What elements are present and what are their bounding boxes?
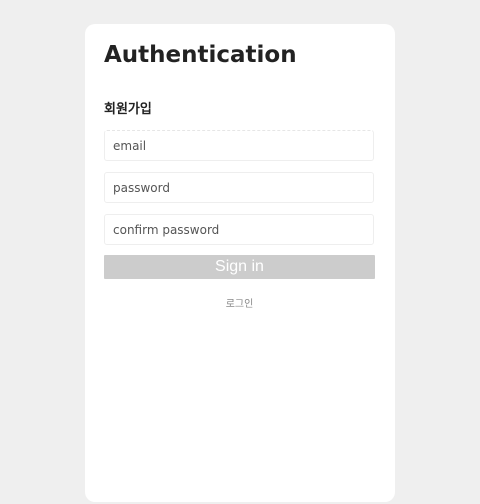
signup-heading: 회원가입 — [104, 102, 152, 117]
confirm-password-input[interactable] — [104, 214, 374, 245]
password-input[interactable] — [104, 172, 374, 203]
email-input[interactable] — [104, 130, 374, 161]
login-link[interactable]: 로그인 — [104, 297, 375, 313]
page-title: Authentication — [104, 42, 297, 68]
auth-card: Authentication 회원가입 Sign in 로그인 — [85, 24, 395, 502]
sign-in-button[interactable]: Sign in — [104, 255, 375, 279]
